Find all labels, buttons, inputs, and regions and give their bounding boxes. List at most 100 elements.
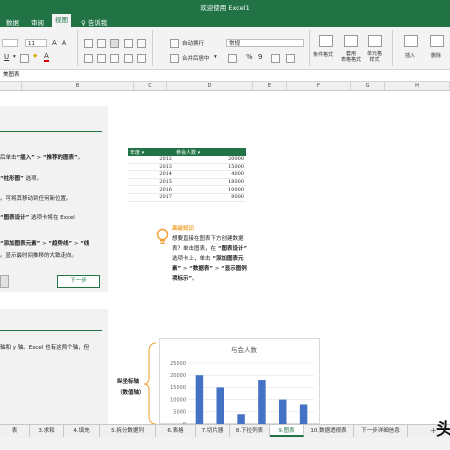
table-cell[interactable]: 4000 — [174, 170, 246, 179]
underline-icon[interactable]: U — [4, 53, 9, 61]
chevron-down-icon[interactable]: ▾ — [13, 54, 16, 60]
chart-y-axis: 2500020000150001000050000 — [170, 361, 186, 424]
chart-bar-2013[interactable] — [216, 387, 225, 424]
font-color-icon[interactable]: A — [44, 52, 49, 62]
table-format-icon[interactable] — [344, 35, 358, 47]
chart-bar-2012[interactable] — [195, 375, 204, 424]
table-row[interactable]: 2012 20000 — [128, 156, 246, 164]
menu-view[interactable]: 视图 — [52, 14, 71, 27]
column-header-e[interactable]: E — [253, 82, 287, 90]
outdent-icon[interactable] — [137, 39, 146, 48]
table-cell[interactable]: 2015 — [128, 178, 174, 187]
align-left-icon[interactable] — [84, 54, 93, 63]
font-name-dropdown[interactable] — [2, 39, 18, 47]
currency-icon[interactable] — [228, 54, 237, 63]
increase-decimal-icon[interactable] — [271, 54, 280, 63]
table-cell[interactable]: 2012 — [128, 156, 174, 164]
number-format-dropdown[interactable]: 常规 — [226, 39, 304, 47]
fill-color-icon[interactable]: ◆ — [33, 53, 37, 59]
data-table[interactable]: 年度 ▾ 参会人数 ▾ 2012 20000 2013 15000 2014 4000… — [128, 148, 246, 202]
formula-input[interactable]: 美图表 — [3, 71, 20, 79]
table-cell[interactable]: 2017 — [128, 193, 174, 202]
column-header-h[interactable]: H — [385, 82, 450, 90]
column-header-f[interactable]: F — [287, 82, 351, 90]
table-row[interactable]: 2014 4000 — [128, 170, 246, 179]
table-cell[interactable]: 15000 — [174, 163, 246, 172]
table-format-button[interactable]: 套用 表格格式 — [341, 51, 361, 63]
table-cell[interactable]: 8000 — [174, 193, 246, 202]
wrap-text-icon[interactable] — [170, 39, 179, 48]
cell-styles-icon[interactable] — [368, 35, 382, 47]
table-cell[interactable]: 10000 — [174, 185, 246, 194]
sheet-tab[interactable]: 10.数据透视表 — [304, 425, 354, 437]
column-header-d[interactable]: D — [167, 82, 253, 90]
delete-icon[interactable] — [430, 35, 444, 47]
align-bottom-icon[interactable] — [110, 39, 119, 48]
cell-styles-button[interactable]: 单元格 样式 — [367, 51, 382, 63]
ribbon-separator — [152, 30, 153, 66]
increase-font-icon[interactable]: A — [52, 39, 57, 47]
chevron-down-icon[interactable]: ▾ — [214, 54, 217, 60]
column-header-g[interactable]: G — [351, 82, 385, 90]
sheet-tab[interactable]: 3.求和 — [30, 425, 64, 437]
wrap-text-button[interactable]: 自动换行 — [182, 39, 204, 47]
align-middle-icon[interactable] — [97, 39, 106, 48]
align-center-icon[interactable] — [97, 54, 106, 63]
ribbon-separator — [77, 30, 78, 66]
chart-bar-2014[interactable] — [237, 414, 245, 424]
chart-bar-2017[interactable] — [299, 404, 308, 424]
delete-button[interactable]: 删除 — [431, 52, 441, 59]
font-size-dropdown[interactable]: 11 — [25, 39, 47, 47]
insert-button[interactable]: 插入 — [405, 52, 415, 59]
conditional-format-button[interactable]: 条件格式 — [313, 51, 333, 58]
previous-button[interactable] — [0, 275, 9, 288]
increase-indent-icon[interactable] — [137, 54, 146, 63]
tip-line: 想要直接在图表下方创建数据 — [172, 236, 244, 242]
orientation-icon[interactable] — [124, 39, 133, 48]
table-header-year[interactable]: 年度 ▾ — [128, 148, 174, 156]
sheet-tab[interactable]: 9.图表 — [270, 425, 304, 437]
column-header-c[interactable]: C — [134, 82, 167, 90]
sheet-tab[interactable]: 7.切片器 — [196, 425, 230, 437]
decrease-font-icon[interactable]: A — [62, 40, 66, 47]
menu-data[interactable]: 数据 — [6, 17, 19, 27]
sheet-tab[interactable]: 表 — [0, 425, 30, 437]
sheet-tab[interactable]: 下一步详细信息 — [354, 425, 408, 437]
menu-tell-me[interactable]: ♀ 告诉我 — [81, 17, 107, 27]
table-header-attendance[interactable]: 参会人数 ▾ — [174, 148, 246, 156]
column-header-a[interactable] — [0, 82, 22, 90]
table-row[interactable]: 2013 15000 — [128, 163, 246, 172]
table-row[interactable]: 2016 10000 — [128, 185, 246, 194]
sheet-tab[interactable]: 6.表格 — [156, 425, 196, 437]
chart-y-tick-label: 20000 — [170, 373, 186, 379]
chart-bar-2016[interactable] — [279, 399, 287, 424]
indent-icon[interactable] — [124, 54, 133, 63]
sheet-tab[interactable]: 4.填充 — [64, 425, 100, 437]
sheet-tab[interactable]: 8.下拉列表 — [230, 425, 270, 437]
bar-chart[interactable]: 与会人数 2500020000150001000050000 — [159, 338, 320, 424]
table-cell[interactable]: 2013 — [128, 163, 174, 172]
decrease-decimal-icon[interactable] — [286, 54, 295, 63]
comma-button[interactable]: 9 — [258, 53, 262, 61]
merge-center-icon[interactable] — [170, 54, 179, 63]
merge-center-button[interactable]: 合并后居中 — [182, 54, 210, 62]
table-cell[interactable]: 20000 — [174, 156, 246, 164]
borders-icon[interactable] — [20, 54, 29, 63]
table-cell[interactable]: 18000 — [174, 178, 246, 187]
sheet-tab[interactable]: 5.拆分数据列 — [100, 425, 156, 437]
formula-bar[interactable]: 美图表 — [0, 70, 450, 82]
insert-icon[interactable] — [404, 35, 418, 47]
chart-bar-2015[interactable] — [258, 380, 266, 424]
table-row[interactable]: 2015 18000 — [128, 178, 246, 187]
worksheet-grid[interactable]: 后单击“插入” > “推荐的图表”。 “柱形图” 选项。 。可将其移动到任何新位… — [0, 91, 450, 424]
align-top-icon[interactable] — [84, 39, 93, 48]
next-button[interactable]: 下一步 — [57, 275, 100, 288]
menu-review[interactable]: 审阅 — [31, 17, 44, 27]
align-right-icon[interactable] — [110, 54, 119, 63]
table-cell[interactable]: 2014 — [128, 170, 174, 179]
conditional-format-icon[interactable] — [319, 35, 333, 47]
percent-button[interactable]: % — [246, 53, 253, 61]
table-row[interactable]: 2017 8000 — [128, 193, 246, 202]
table-cell[interactable]: 2016 — [128, 185, 174, 194]
column-header-b[interactable]: B — [22, 82, 134, 90]
